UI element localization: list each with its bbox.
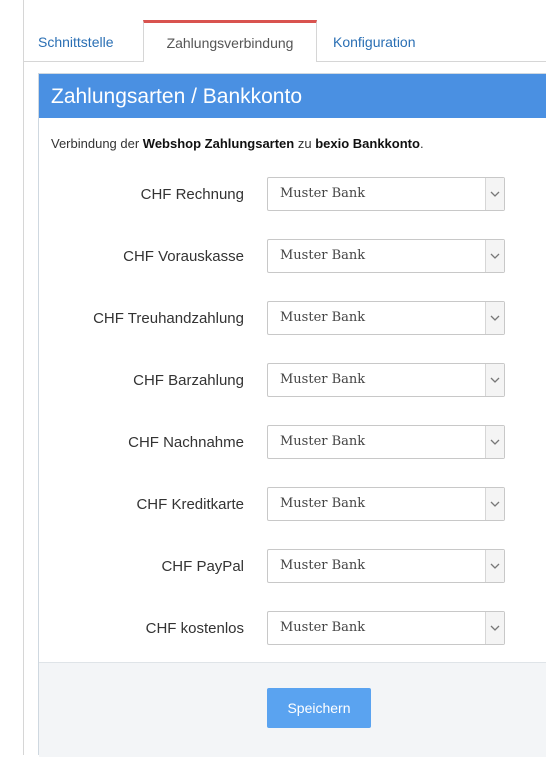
payment-panel: Zahlungsarten / Bankkonto Verbindung der… [38,73,546,757]
intro-middle: zu [294,136,316,151]
tab-zahlungsverbindung[interactable]: Zahlungsverbindung [143,20,317,62]
bank-account-value: Muster Bank [280,248,366,263]
intro-bold-webshop: Webshop Zahlungsarten [142,136,295,151]
bank-account-value: Muster Bank [280,372,366,387]
chevron-down-icon[interactable] [485,302,504,334]
bank-account-select[interactable]: Muster Bank [267,177,505,211]
payment-row: CHF Kreditkarte Muster Bank [39,487,546,523]
payment-method-label: CHF Treuhandzahlung [93,310,244,327]
bank-account-select[interactable]: Muster Bank [267,425,505,459]
chevron-down-icon[interactable] [485,178,504,210]
bank-account-value: Muster Bank [280,434,366,449]
payment-method-label: CHF kostenlos [145,620,244,637]
bank-account-value: Muster Bank [280,496,366,511]
payment-method-label: CHF Rechnung [140,186,244,203]
tab-konfiguration[interactable]: Konfiguration [333,20,416,61]
bank-account-select[interactable]: Muster Bank [267,487,505,521]
bank-account-value: Muster Bank [280,558,366,573]
chevron-down-icon[interactable] [485,612,504,644]
payment-row: CHF Nachnahme Muster Bank [39,425,546,461]
tab-schnittstelle[interactable]: Schnittstelle [38,20,113,61]
chevron-down-icon[interactable] [485,488,504,520]
chevron-down-icon[interactable] [485,240,504,272]
payment-row: CHF Vorauskasse Muster Bank [39,239,546,275]
intro-bold-bexio: bexio Bankkonto [315,136,420,151]
bank-account-value: Muster Bank [280,186,366,201]
payment-method-label: CHF Kreditkarte [136,496,244,513]
payment-method-label: CHF Nachnahme [128,434,244,451]
intro-text: Verbindung der Webshop Zahlungsarten zu … [51,136,424,151]
chevron-down-icon[interactable] [485,550,504,582]
intro-suffix: . [419,136,424,151]
bank-account-select[interactable]: Muster Bank [267,301,505,335]
intro-prefix: Verbindung der [51,136,143,151]
payment-row: CHF Barzahlung Muster Bank [39,363,546,399]
payment-method-label: CHF PayPal [161,558,244,575]
payment-row: CHF Rechnung Muster Bank [39,177,546,213]
bank-account-select[interactable]: Muster Bank [267,549,505,583]
save-button[interactable]: Speichern [267,688,371,728]
chevron-down-icon[interactable] [485,364,504,396]
panel-title: Zahlungsarten / Bankkonto [39,74,546,118]
bank-account-value: Muster Bank [280,620,366,635]
chevron-down-icon[interactable] [485,426,504,458]
payment-method-label: CHF Barzahlung [133,372,244,389]
bank-account-select[interactable]: Muster Bank [267,239,505,273]
payment-row: CHF Treuhandzahlung Muster Bank [39,301,546,337]
payment-row: CHF PayPal Muster Bank [39,549,546,585]
tab-bar: Schnittstelle Zahlungsverbindung Konfigu… [23,20,546,62]
bank-account-select[interactable]: Muster Bank [267,363,505,397]
payment-row: CHF kostenlos Muster Bank [39,611,546,647]
payment-method-label: CHF Vorauskasse [123,248,244,265]
bank-account-select[interactable]: Muster Bank [267,611,505,645]
bank-account-value: Muster Bank [280,310,366,325]
form-footer: Speichern [39,662,546,757]
